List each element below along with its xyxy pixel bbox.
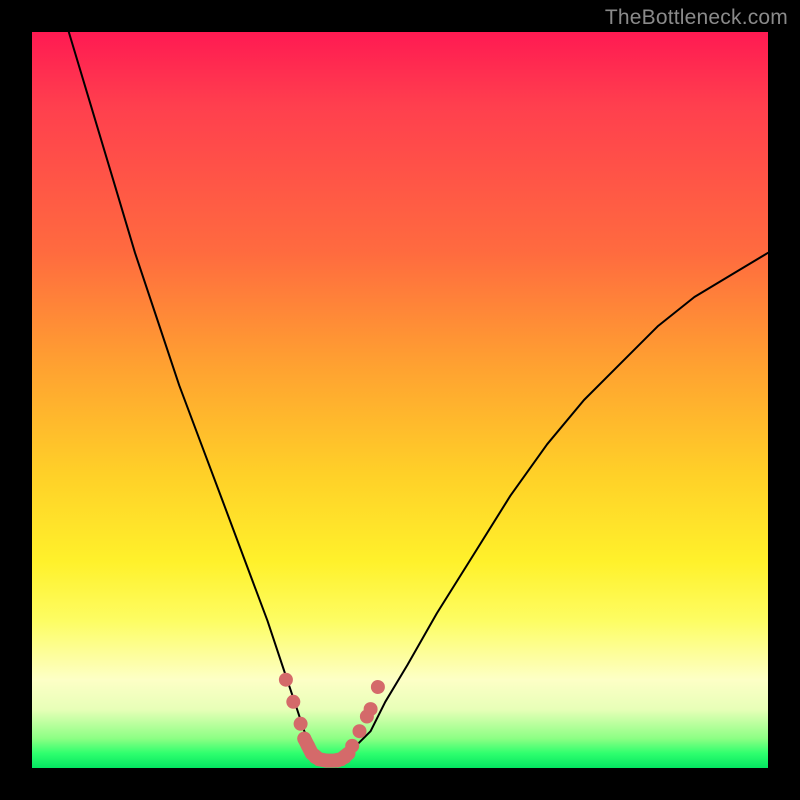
curve-marker xyxy=(345,739,359,753)
curve-markers xyxy=(279,673,385,768)
plot-area xyxy=(32,32,768,768)
curve-marker xyxy=(294,717,308,731)
curve-marker xyxy=(353,724,367,738)
chart-frame: TheBottleneck.com xyxy=(0,0,800,800)
curve-svg xyxy=(32,32,768,768)
curve-marker xyxy=(286,695,300,709)
bottleneck-curve xyxy=(69,32,768,761)
curve-marker xyxy=(364,702,378,716)
curve-marker xyxy=(279,673,293,687)
watermark-text: TheBottleneck.com xyxy=(605,6,788,30)
curve-marker xyxy=(371,680,385,694)
